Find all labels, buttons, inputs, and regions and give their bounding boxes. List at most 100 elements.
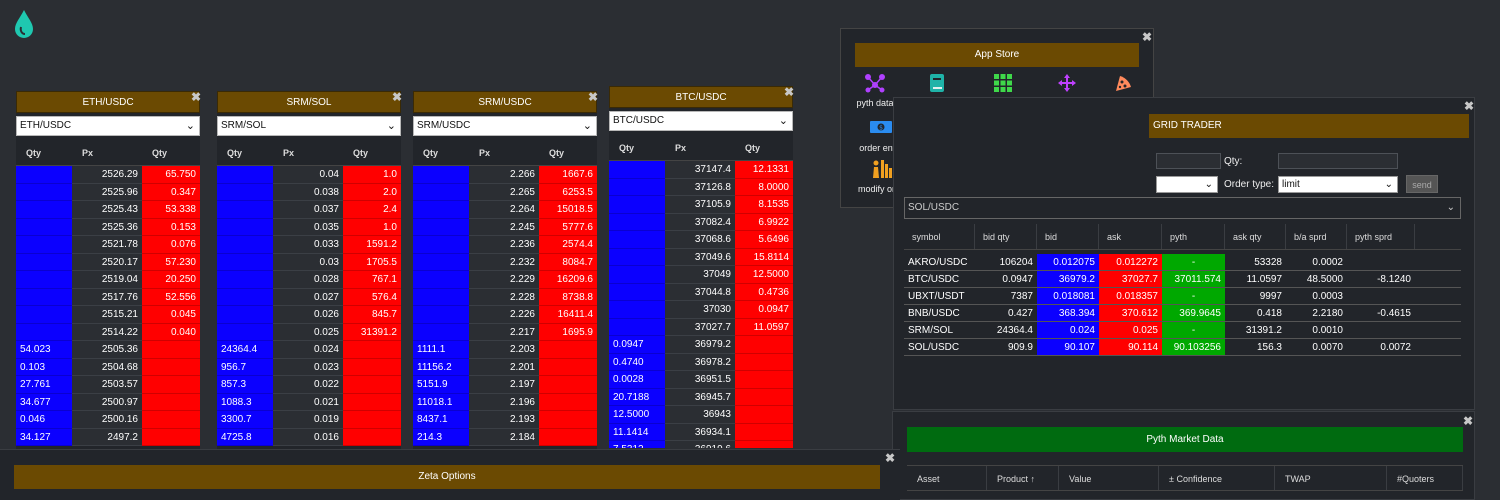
market-select[interactable]: SRM/SOL ⌄ [217, 116, 401, 136]
orderbook-header: Qty Px Qty [16, 140, 200, 166]
bid-qty-cell [16, 323, 72, 341]
bid-qty-cell: 1088.3 [217, 393, 273, 411]
bid-qty-cell: 7387 [1010, 291, 1033, 302]
pyth-spread-cell: -0.4615 [1377, 308, 1411, 319]
ask-qty-cell: 53328 [1254, 257, 1282, 268]
pyth-spread-cell: 0.0072 [1380, 342, 1411, 353]
market-select[interactable]: SRM/USDC ⌄ [413, 116, 597, 136]
orderbook-row: 11.1414 36934.1 [609, 423, 793, 441]
column-header[interactable]: #Quoters [1387, 466, 1463, 490]
orderbook-row: 2521.78 0.076 [16, 236, 200, 254]
price-cell: 2504.68 [72, 358, 142, 376]
bid-qty-cell [217, 323, 273, 341]
bid-cell: 90.107 [1037, 339, 1099, 355]
close-icon[interactable]: ✖ [885, 452, 895, 464]
bid-qty-cell: 12.5000 [609, 406, 665, 424]
ask-qty-cell: 2574.4 [539, 236, 597, 254]
orderbook-row: 12.5000 36943 [609, 406, 793, 424]
orderbook-row: 54.023 2505.36 [16, 341, 200, 359]
bid-qty-cell: 11156.2 [413, 358, 469, 376]
bid-qty-cell [413, 218, 469, 236]
bid-qty-cell [413, 236, 469, 254]
qty-label: Qty: [1224, 156, 1243, 167]
close-icon[interactable]: ✖ [1463, 415, 1473, 427]
orderbook-row: 1088.3 0.021 [217, 393, 401, 411]
column-header[interactable]: Product ↑ [987, 466, 1059, 490]
orderbook-row: 2525.36 0.153 [16, 218, 200, 236]
column-header[interactable]: TWAP [1275, 466, 1387, 490]
symbol-select[interactable]: SOL/USDC ⌄ [904, 197, 1461, 219]
price-cell: 0.023 [273, 358, 343, 376]
close-icon[interactable]: ✖ [1464, 100, 1474, 112]
ask-qty-cell [539, 393, 597, 411]
price-cell: 2.228 [469, 288, 539, 306]
price-cell: 0.026 [273, 306, 343, 324]
ask-qty-cell: 20.250 [142, 271, 200, 289]
bid-qty-cell: 909.9 [1007, 342, 1033, 353]
orderbook-row: 0.025 31391.2 [217, 323, 401, 341]
market-select[interactable]: BTC/USDC ⌄ [609, 111, 793, 131]
price-cell: 0.022 [273, 376, 343, 394]
pyth-market-data-panel: ✖ Pyth Market Data Asset Product ↑ Value ± … [892, 411, 1475, 500]
bid-qty-cell: 8437.1 [413, 411, 469, 429]
price-cell: 36945.7 [665, 388, 735, 406]
ask-cell: 37027.7 [1099, 271, 1162, 287]
ask-qty-cell: 2.4 [343, 201, 401, 219]
app-pyth-data[interactable]: pyth data [855, 73, 895, 108]
ask-qty-cell: 16411.4 [539, 306, 597, 324]
bid-qty-cell [413, 183, 469, 201]
bid-qty-cell [609, 231, 665, 249]
orderbook-row: 1111.1 2.203 [413, 341, 597, 359]
ask-qty-cell: 1667.6 [539, 166, 597, 184]
bid-qty-cell [16, 201, 72, 219]
bid-cell: 368.394 [1037, 305, 1099, 321]
ba-spread-cell: 0.0010 [1312, 325, 1343, 336]
column-header[interactable]: Asset [907, 466, 987, 490]
table-row: SRM/SOL 24364.4 0.024 0.025- 31391.2 0.0010 [904, 322, 1461, 339]
ask-cell: 90.114 [1099, 339, 1162, 355]
pyth-cell: 90.103256 [1162, 339, 1225, 355]
close-icon[interactable]: ✖ [784, 86, 794, 98]
bid-qty-cell: 5151.9 [413, 376, 469, 394]
bid-qty-cell: 3300.7 [217, 411, 273, 429]
orderbook-row: 11156.2 2.201 [413, 358, 597, 376]
bid-qty-cell: 0.0947 [1002, 274, 1033, 285]
ask-qty-cell [539, 411, 597, 429]
side-select[interactable]: ⌄ [1156, 176, 1218, 193]
ask-qty-cell: 53.338 [142, 201, 200, 219]
ba-spread-cell: 0.0003 [1312, 291, 1343, 302]
orderbook-title: SRM/USDC [413, 91, 597, 113]
close-icon[interactable]: ✖ [392, 91, 402, 103]
price-cell: 0.028 [273, 271, 343, 289]
bid-qty-cell: 24364.4 [217, 341, 273, 359]
ask-qty-cell: 1.0 [343, 218, 401, 236]
price-input[interactable] [1156, 153, 1221, 169]
column-header: Qty [549, 148, 565, 158]
orderbook-row: 2.232 8084.7 [413, 253, 597, 271]
column-header: Qty [423, 148, 439, 158]
close-icon[interactable]: ✖ [191, 91, 201, 103]
bid-qty-cell: 857.3 [217, 376, 273, 394]
price-cell: 2505.36 [72, 341, 142, 359]
orderbook-header: Qty Px Qty [609, 135, 793, 161]
close-icon[interactable]: ✖ [588, 91, 598, 103]
bid-qty-cell [609, 196, 665, 214]
ask-qty-cell: 11.0597 [735, 318, 793, 336]
orderbook-row: 0.4740 36978.2 [609, 353, 793, 371]
send-button[interactable]: send [1406, 175, 1438, 193]
price-cell: 36934.1 [665, 423, 735, 441]
order-type-select[interactable]: limit ⌄ [1278, 176, 1398, 193]
orderbook-title: ETH/USDC [16, 91, 200, 113]
market-select[interactable]: ETH/USDC ⌄ [16, 116, 200, 136]
orderbook-row: 2.236 2574.4 [413, 236, 597, 254]
bid-qty-cell: 0.427 [1007, 308, 1033, 319]
ask-qty-cell [343, 411, 401, 429]
bid-qty-cell: 4725.8 [217, 428, 273, 446]
column-header[interactable]: Value [1059, 466, 1159, 490]
ask-qty-cell: 12.1331 [735, 161, 793, 179]
bid-qty-cell: 0.103 [16, 358, 72, 376]
close-icon[interactable]: ✖ [1142, 31, 1152, 43]
column-header[interactable]: ± Confidence [1159, 466, 1275, 490]
qty-input[interactable] [1278, 153, 1398, 169]
price-cell: 37027.7 [665, 318, 735, 336]
